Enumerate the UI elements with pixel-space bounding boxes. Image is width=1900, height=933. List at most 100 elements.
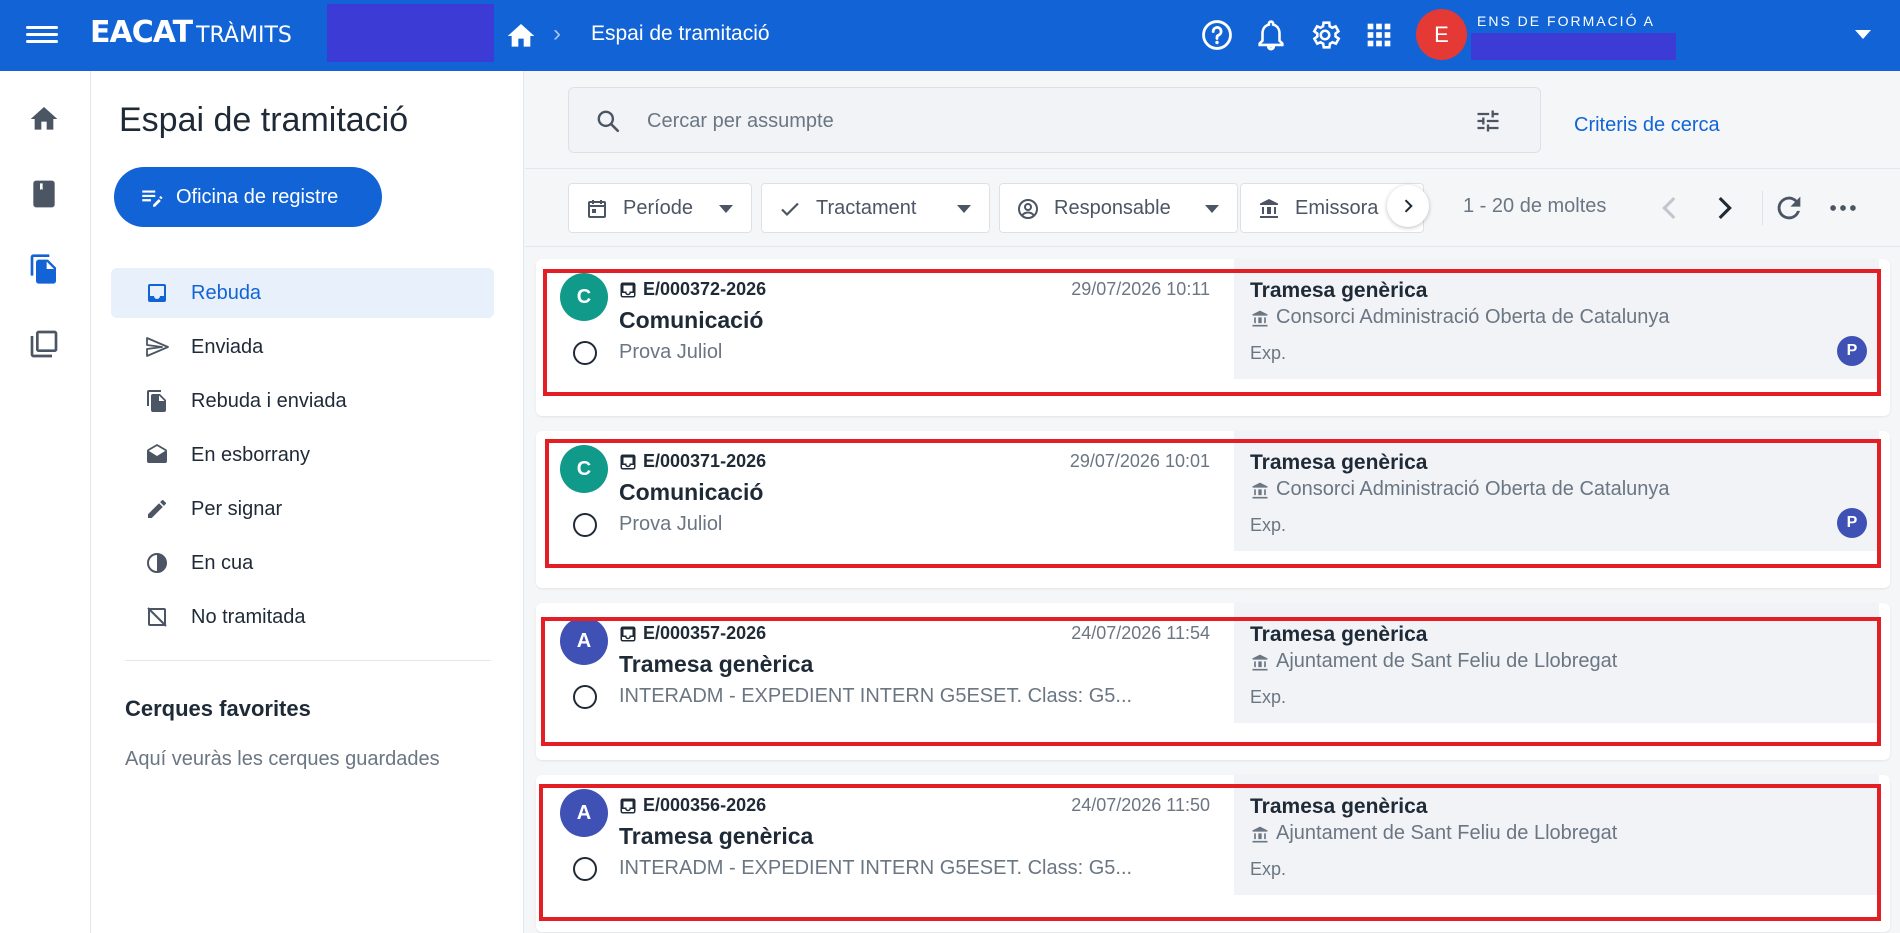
sidebar-item-rebuda-i-enviada[interactable]: Rebuda i enviada bbox=[111, 376, 494, 426]
filter-responsable[interactable]: Responsable bbox=[999, 183, 1238, 233]
sidebar-item-en-cua[interactable]: En cua bbox=[111, 538, 494, 588]
inbox-icon bbox=[620, 454, 636, 470]
rail-copies-icon[interactable] bbox=[28, 328, 60, 360]
rail-book-icon[interactable] bbox=[28, 178, 60, 210]
draft-envelope-icon bbox=[147, 444, 167, 463]
calendar-icon bbox=[588, 200, 606, 218]
filters-top-divider bbox=[525, 168, 1900, 169]
notifications-bell-icon[interactable] bbox=[1254, 18, 1288, 52]
sidebar-item-no-tramitada[interactable]: No tramitada bbox=[111, 592, 494, 642]
record-select-radio[interactable] bbox=[573, 513, 597, 537]
apps-grid-icon[interactable] bbox=[1362, 18, 1396, 52]
filter-label: Emissora bbox=[1295, 196, 1379, 219]
assignee-avatar: P bbox=[1837, 508, 1867, 538]
menu-icon[interactable] bbox=[26, 22, 58, 48]
next-page-icon[interactable] bbox=[1707, 191, 1741, 225]
favorites-empty-text: Aquí veuràs les cerques guardades bbox=[125, 748, 440, 770]
record-date: 29/07/2026 10:01 bbox=[1069, 451, 1210, 471]
inbox-icon bbox=[620, 626, 636, 642]
registry-office-label: Oficina de registre bbox=[176, 185, 339, 208]
record-date: 29/07/2026 10:11 bbox=[1071, 279, 1210, 299]
help-icon[interactable] bbox=[1200, 18, 1234, 52]
sidebar-item-label: Rebuda i enviada bbox=[191, 389, 347, 412]
rail-documents-icon[interactable] bbox=[28, 253, 60, 285]
sidebar-item-en-esborrany[interactable]: En esborrany bbox=[111, 430, 494, 480]
record-title: Comunicació bbox=[619, 479, 764, 505]
previous-page-icon[interactable] bbox=[1653, 191, 1687, 225]
record-select-radio[interactable] bbox=[573, 857, 597, 881]
sidebar-item-label: En esborrany bbox=[191, 443, 310, 466]
breadcrumb-separator-icon: › bbox=[553, 20, 561, 47]
record-type: Tramesa genèrica bbox=[1250, 279, 1428, 302]
institution-icon bbox=[1252, 654, 1268, 671]
record-entity: Ajuntament de Sant Feliu de Llobregat bbox=[1276, 650, 1618, 672]
record-subject: Prova Juliol bbox=[619, 341, 723, 363]
record-card[interactable]: A E/000356-2026 24/07/2026 11:50 Tramesa… bbox=[536, 775, 1890, 932]
inbox-icon bbox=[148, 284, 166, 302]
record-title: Comunicació bbox=[619, 307, 764, 333]
record-reference: E/000371-2026 bbox=[643, 451, 767, 471]
settings-gear-icon[interactable] bbox=[1308, 18, 1342, 52]
record-expedient: Exp. bbox=[1250, 687, 1287, 707]
record-summary: A E/000356-2026 24/07/2026 11:50 Tramesa… bbox=[536, 775, 1234, 932]
rail-home-icon[interactable] bbox=[28, 103, 60, 135]
sidebar: Espai de tramitació Oficina de registre … bbox=[91, 71, 524, 933]
logo-sub-text: TRÀMITS bbox=[196, 23, 292, 48]
institution-icon bbox=[1252, 482, 1268, 499]
user-name: ENS DE FORMACIÓ A bbox=[1477, 13, 1655, 29]
record-card[interactable]: C E/000372-2026 29/07/2026 10:11 Comunic… bbox=[536, 259, 1890, 416]
record-details: Tramesa genèrica Ajuntament de Sant Feli… bbox=[1234, 775, 1879, 895]
user-menu-chevron-down-icon[interactable] bbox=[1855, 30, 1871, 39]
send-icon bbox=[146, 337, 169, 357]
filter-label: Tractament bbox=[816, 196, 917, 219]
record-reference: E/000356-2026 bbox=[643, 795, 767, 815]
search-bar bbox=[568, 87, 1541, 153]
registry-office-button[interactable]: Oficina de registre bbox=[114, 167, 382, 227]
record-expedient: Exp. bbox=[1250, 343, 1287, 363]
queue-clock-icon bbox=[147, 553, 167, 573]
record-subject: INTERADM - EXPEDIENT INTERN G5ESET. Clas… bbox=[619, 685, 1133, 707]
main-content: Criteris de cerca Període Tractament Res… bbox=[525, 71, 1900, 933]
record-select-radio[interactable] bbox=[573, 685, 597, 709]
home-icon[interactable] bbox=[505, 20, 537, 52]
record-card[interactable]: A E/000357-2026 24/07/2026 11:54 Tramesa… bbox=[536, 603, 1890, 760]
record-entity: Consorci Administració Oberta de Catalun… bbox=[1276, 478, 1670, 500]
record-avatar: C bbox=[560, 445, 608, 493]
top-bar: EACAT TRÀMITS › Espai de tramitació E EN… bbox=[0, 0, 1900, 71]
not-processed-icon bbox=[147, 607, 167, 627]
record-date: 24/07/2026 11:50 bbox=[1071, 795, 1210, 815]
edit-list-icon bbox=[142, 190, 163, 207]
page-title: Espai de tramitació bbox=[119, 101, 409, 139]
record-entity: Consorci Administració Oberta de Catalun… bbox=[1276, 306, 1670, 328]
record-reference: E/000372-2026 bbox=[643, 279, 767, 299]
filter-label: Període bbox=[623, 196, 694, 219]
institution-icon bbox=[1252, 826, 1268, 843]
filter-tractament[interactable]: Tractament bbox=[761, 183, 990, 233]
filters-scroll-right-button[interactable] bbox=[1387, 185, 1429, 227]
user-avatar[interactable]: E bbox=[1416, 9, 1467, 60]
chevron-right-icon bbox=[1404, 199, 1413, 213]
person-circle-icon bbox=[1018, 199, 1038, 219]
filter-tune-icon[interactable] bbox=[1474, 107, 1502, 135]
check-icon bbox=[781, 202, 799, 217]
app-logo[interactable]: EACAT TRÀMITS bbox=[90, 15, 292, 50]
search-input[interactable] bbox=[647, 106, 1407, 136]
search-criteria-link[interactable]: Criteris de cerca bbox=[1574, 114, 1720, 137]
record-type: Tramesa genèrica bbox=[1250, 795, 1428, 818]
record-expedient: Exp. bbox=[1250, 859, 1287, 879]
sidebar-item-per-signar[interactable]: Per signar bbox=[111, 484, 494, 534]
record-date: 24/07/2026 11:54 bbox=[1071, 623, 1210, 643]
record-select-radio[interactable] bbox=[573, 341, 597, 365]
toolbar-separator bbox=[1762, 191, 1763, 225]
more-options-icon[interactable] bbox=[1826, 191, 1860, 225]
record-card[interactable]: C E/000371-2026 29/07/2026 10:01 Comunic… bbox=[536, 431, 1890, 588]
sidebar-item-rebuda[interactable]: Rebuda bbox=[111, 268, 494, 318]
record-details: Tramesa genèrica Ajuntament de Sant Feli… bbox=[1234, 603, 1879, 723]
sidebar-item-enviada[interactable]: Enviada bbox=[111, 322, 494, 372]
sidebar-item-label: Per signar bbox=[191, 497, 283, 520]
chevron-down-icon bbox=[1205, 205, 1219, 213]
breadcrumb-current[interactable]: Espai de tramitació bbox=[591, 22, 770, 46]
filter-periode[interactable]: Període bbox=[568, 183, 752, 233]
refresh-icon[interactable] bbox=[1772, 191, 1806, 225]
navigation-rail bbox=[0, 71, 91, 933]
